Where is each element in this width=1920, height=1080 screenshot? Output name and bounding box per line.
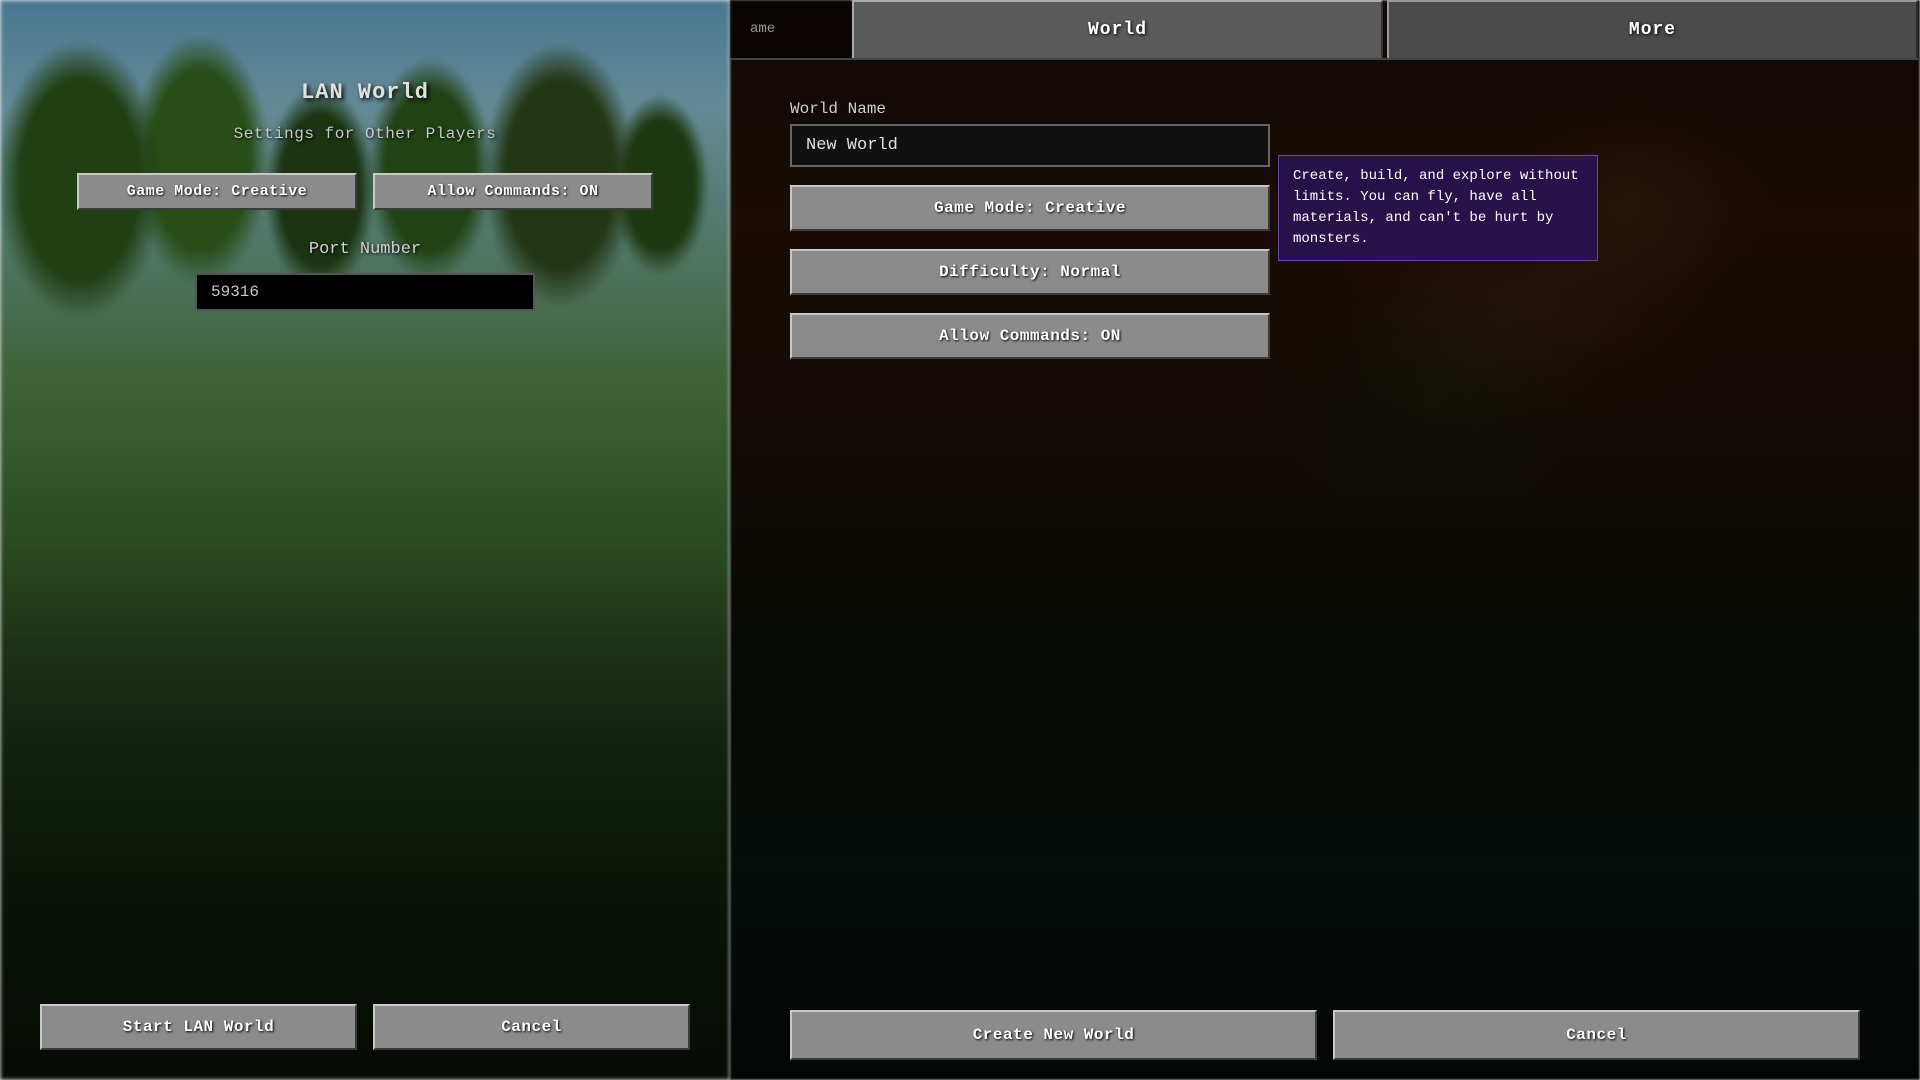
port-label: Port Number (309, 240, 421, 259)
right-allow-commands-button[interactable]: Allow Commands: ON (790, 313, 1270, 359)
left-content: LAN World Settings for Other Players Gam… (0, 80, 730, 371)
allow-commands-wrapper: Allow Commands: ON (790, 313, 1270, 359)
right-panel: ame World More World Name Game Mode: Cre… (730, 0, 1920, 1080)
tab-more-label: More (1629, 20, 1676, 40)
game-mode-tooltip: Create, build, and explore without limit… (1278, 155, 1598, 261)
world-name-field: World Name (790, 100, 1860, 167)
allow-commands-button[interactable]: Allow Commands: ON (373, 173, 653, 210)
tabs-bar: ame World More (730, 0, 1920, 60)
world-form: World Name Game Mode: Creative Create, b… (730, 60, 1920, 990)
tab-world[interactable]: World (852, 0, 1383, 58)
tab-world-label: World (1088, 20, 1147, 40)
tab-spacer: ame (730, 0, 850, 58)
right-bottom-buttons: Create New World Cancel (730, 990, 1920, 1080)
tab-more[interactable]: More (1387, 0, 1918, 58)
settings-subtitle: Settings for Other Players (234, 125, 497, 143)
difficulty-wrapper: Difficulty: Normal (790, 249, 1270, 295)
right-content: ame World More World Name Game Mode: Cre… (730, 0, 1920, 1080)
left-panel: LAN World Settings for Other Players Gam… (0, 0, 730, 1080)
difficulty-button[interactable]: Difficulty: Normal (790, 249, 1270, 295)
game-mode-wrapper: Game Mode: Creative Create, build, and e… (790, 185, 1270, 231)
right-game-mode-button[interactable]: Game Mode: Creative (790, 185, 1270, 231)
world-name-input[interactable] (790, 124, 1270, 167)
create-world-button[interactable]: Create New World (790, 1010, 1317, 1060)
left-bottom-buttons: Start LAN World Cancel (0, 1004, 730, 1050)
lan-world-title: LAN World (301, 80, 429, 105)
world-name-label: World Name (790, 100, 1860, 118)
left-cancel-button[interactable]: Cancel (373, 1004, 690, 1050)
tooltip-text: Create, build, and explore without limit… (1293, 168, 1579, 247)
start-lan-world-button[interactable]: Start LAN World (40, 1004, 357, 1050)
tab-game-partial: ame (750, 21, 775, 37)
port-input[interactable] (195, 273, 535, 311)
game-settings-row: Game Mode: Creative Allow Commands: ON (40, 173, 690, 210)
game-mode-button[interactable]: Game Mode: Creative (77, 173, 357, 210)
right-cancel-button[interactable]: Cancel (1333, 1010, 1860, 1060)
